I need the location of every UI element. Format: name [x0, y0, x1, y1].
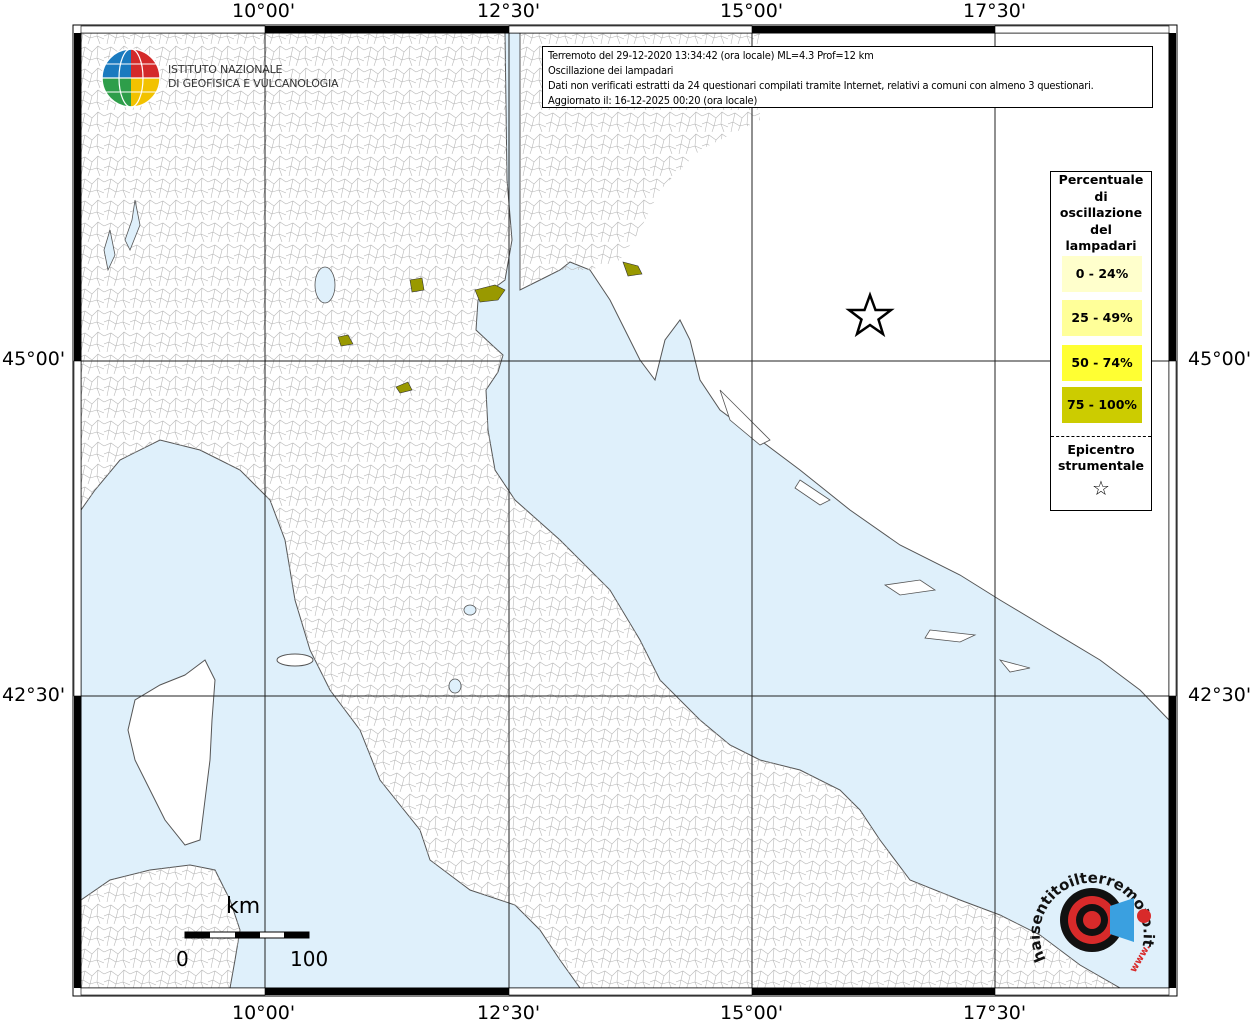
legend: Percentuale di oscillazione del lampadar… — [1050, 171, 1152, 511]
legend-item-50-74: 50 - 74% — [1062, 345, 1142, 381]
land-elba — [276, 653, 314, 667]
legend-separator — [1051, 436, 1151, 437]
legend-epicentre-line: strumentale — [1057, 458, 1145, 473]
axis-label-bottom-12-30: 12°30' — [477, 1002, 541, 1024]
legend-title: Percentuale di oscillazione del lampadar… — [1051, 172, 1151, 255]
info-updated-line: Aggiornato il: 16-12-2025 00:20 (ora loc… — [548, 94, 758, 107]
scale-max-label: 100 — [290, 947, 329, 971]
axis-label-top-12-30: 12°30' — [477, 0, 541, 22]
axis-label-right-45: 45°00' — [1188, 348, 1252, 370]
legend-item-75-100: 75 - 100% — [1062, 387, 1142, 423]
lake-bolsena — [448, 678, 462, 694]
legend-title-line: oscillazione — [1059, 205, 1143, 220]
haisentito-logo-icon: haisentitoilterremoto.it www. — [1030, 869, 1158, 975]
axis-label-left-42-30: 42°30' — [2, 684, 66, 706]
earthquake-info-box: Terremoto del 29-12-2020 13:34:42 (ora l… — [542, 46, 1153, 108]
legend-star-icon: ☆ — [1092, 476, 1110, 500]
scale-unit-label: km — [226, 894, 261, 919]
axis-label-bottom-10: 10°00' — [232, 1002, 296, 1024]
ingv-logo-icon — [101, 48, 161, 108]
ingv-logo-text: ISTITUTO NAZIONALE DI GEOFISICA E VULCAN… — [168, 63, 339, 91]
legend-title-line: lampadari — [1065, 238, 1137, 253]
lake-garda — [314, 266, 336, 304]
axis-label-left-45: 45°00' — [2, 348, 66, 370]
info-event-line: Terremoto del 29-12-2020 13:34:42 (ora l… — [548, 49, 874, 62]
info-data-note-line: Dati non verificati estratti da 24 quest… — [548, 79, 1094, 92]
legend-item-25-49: 25 - 49% — [1062, 300, 1142, 336]
axis-label-top-17-30: 17°30' — [963, 0, 1027, 22]
axis-label-bottom-15: 15°00' — [720, 1002, 784, 1024]
ingv-logo-line1: ISTITUTO NAZIONALE — [168, 63, 283, 76]
axis-label-top-15: 15°00' — [720, 0, 784, 22]
axis-label-right-42-30: 42°30' — [1188, 684, 1252, 706]
haisentito-www-text: www. — [1128, 942, 1153, 974]
scale-min-label: 0 — [176, 947, 189, 971]
legend-epicentre-label: Epicentro strumentale — [1051, 442, 1151, 474]
affected-area — [409, 277, 425, 293]
scale-bar — [184, 931, 310, 939]
ingv-logo-line2: DI GEOFISICA E VULCANOLOGIA — [168, 77, 339, 90]
legend-title-line: di — [1094, 188, 1108, 204]
legend-epicentre-line: Epicentro — [1067, 442, 1135, 457]
axis-label-bottom-17-30: 17°30' — [963, 1002, 1027, 1024]
legend-title-line: Percentuale — [1058, 172, 1144, 187]
lake-trasimeno — [463, 604, 477, 616]
legend-title-line: del — [1090, 221, 1112, 237]
info-parameter-line: Oscillazione dei lampadari — [548, 64, 674, 77]
axis-label-top-10: 10°00' — [232, 0, 296, 22]
legend-item-0-24: 0 - 24% — [1062, 256, 1142, 292]
